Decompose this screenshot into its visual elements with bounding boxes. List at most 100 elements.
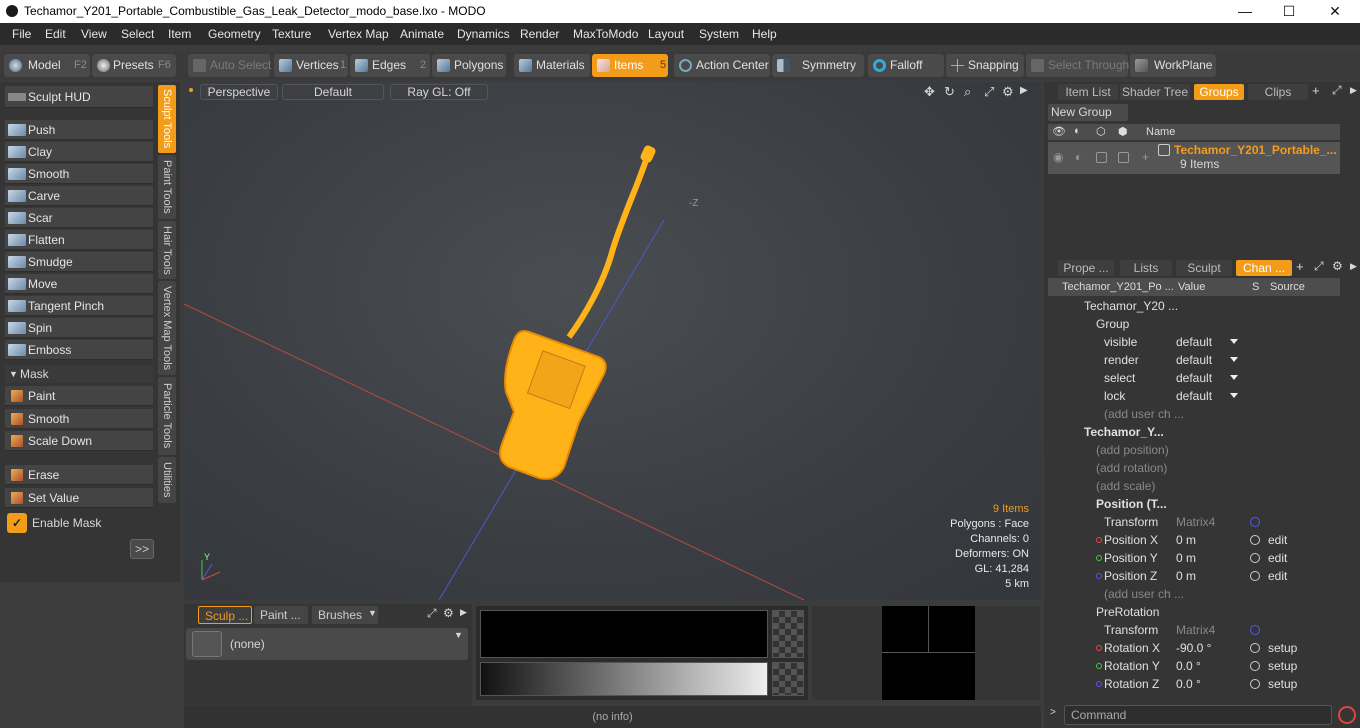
tab-utilities[interactable]: Utilities xyxy=(158,457,176,503)
channel-state-icon[interactable] xyxy=(1250,643,1260,653)
tool-smooth[interactable]: Smooth xyxy=(5,164,153,184)
add-tab-icon[interactable]: + xyxy=(1312,83,1320,98)
menu-edit[interactable]: Edit xyxy=(45,27,66,41)
tab-sculpt-tools[interactable]: Sculpt Tools xyxy=(158,85,176,153)
tab-sculpt[interactable]: Sculp ... xyxy=(198,606,252,624)
panel-arrow-icon[interactable]: ▶ xyxy=(1350,85,1357,96)
tab-groups[interactable]: Groups xyxy=(1194,84,1244,100)
sculpt-hud-button[interactable]: Sculpt HUD xyxy=(5,86,153,108)
viewport-options-arrow-icon[interactable]: ▶ xyxy=(1020,85,1028,96)
enable-mask-checkbox[interactable]: ✓ xyxy=(7,513,27,533)
mask-section-header[interactable]: ▼ Mask xyxy=(5,365,153,383)
channel-value[interactable]: 0.0 ° xyxy=(1176,675,1201,693)
tool-carve[interactable]: Carve xyxy=(5,186,153,206)
tool-flatten[interactable]: Flatten xyxy=(5,230,153,250)
tab-item-list[interactable]: Item List xyxy=(1058,84,1118,100)
channel-row[interactable]: render default xyxy=(1048,351,1340,369)
group-visible-toggle-icon[interactable]: ◉ xyxy=(1053,150,1063,164)
tab-clips[interactable]: Clips xyxy=(1248,84,1308,100)
channel-state-icon[interactable] xyxy=(1250,679,1260,689)
brush-selector[interactable]: (none) ▼ xyxy=(186,628,468,660)
channel-row[interactable]: lock default xyxy=(1048,387,1340,405)
channel-row[interactable]: (add user ch ... xyxy=(1048,405,1340,423)
panel-gear-icon[interactable]: ⚙ xyxy=(443,606,454,620)
channel-value[interactable]: default xyxy=(1176,369,1212,387)
tab-hair-tools[interactable]: Hair Tools xyxy=(158,221,176,279)
menu-render[interactable]: Render xyxy=(520,27,559,41)
group-expand-icon[interactable]: + xyxy=(1142,150,1149,164)
channel-row[interactable]: Position X 0 m edit xyxy=(1048,531,1340,549)
fit-icon[interactable]: ⤢ xyxy=(984,84,994,100)
maximize-button[interactable]: ☐ xyxy=(1266,0,1312,23)
snapping-button[interactable]: Snapping xyxy=(946,54,1024,77)
perspective-dropdown[interactable]: Perspective xyxy=(200,84,278,100)
select-through-button[interactable]: Select Through xyxy=(1026,54,1129,77)
group-lock-checkbox[interactable] xyxy=(1096,152,1107,163)
brushes-dropdown-arrow-icon[interactable]: ▼ xyxy=(368,608,377,618)
channel-value[interactable]: Matrix4 xyxy=(1176,621,1215,639)
dropdown-arrow-icon[interactable] xyxy=(1230,375,1238,380)
channel-value[interactable]: 0 m xyxy=(1176,567,1196,585)
panel-expand-icon[interactable]: ⤢ xyxy=(427,606,437,621)
channel-row[interactable]: Techamor_Y... xyxy=(1048,423,1340,441)
minimize-button[interactable]: — xyxy=(1222,0,1268,23)
tab-properties[interactable]: Prope ... xyxy=(1058,260,1114,276)
tool-emboss[interactable]: Emboss xyxy=(5,340,153,360)
rotate-icon[interactable]: ↻ xyxy=(944,84,955,100)
menu-view[interactable]: View xyxy=(81,27,107,41)
menu-item[interactable]: Item xyxy=(168,27,191,41)
channel-row[interactable]: Group xyxy=(1048,315,1340,333)
tool-smudge[interactable]: Smudge xyxy=(5,252,153,272)
menu-layout[interactable]: Layout xyxy=(648,27,684,41)
tab-paint-tools[interactable]: Paint Tools xyxy=(158,155,176,219)
new-group-button[interactable]: New Group xyxy=(1048,104,1128,121)
menu-vertex-map[interactable]: Vertex Map xyxy=(328,27,389,41)
channel-state-icon[interactable] xyxy=(1250,535,1260,545)
channel-row[interactable]: Rotation Z 0.0 ° setup xyxy=(1048,675,1340,693)
channel-row[interactable]: (add scale) xyxy=(1048,477,1340,495)
action-center-button[interactable]: Action Center xyxy=(674,54,770,77)
falloff-button[interactable]: Falloff xyxy=(868,54,944,77)
zoom-icon[interactable]: ⌕ xyxy=(964,84,971,100)
tab-vertex-map-tools[interactable]: Vertex Map Tools xyxy=(158,281,176,375)
dropdown-arrow-icon[interactable] xyxy=(1230,357,1238,362)
channel-row[interactable]: select default xyxy=(1048,369,1340,387)
menu-select[interactable]: Select xyxy=(121,27,154,41)
channel-value[interactable]: 0.0 ° xyxy=(1176,657,1201,675)
transform-link-icon[interactable] xyxy=(1250,625,1260,635)
items-button[interactable]: Items 5 xyxy=(592,54,668,77)
channel-value[interactable]: default xyxy=(1176,351,1212,369)
tab-shader-tree[interactable]: Shader Tree xyxy=(1120,84,1190,100)
channel-value[interactable]: Matrix4 xyxy=(1176,513,1215,531)
mask-tool-scale-down[interactable]: Scale Down xyxy=(5,431,153,451)
channel-row[interactable]: Rotation X -90.0 ° setup xyxy=(1048,639,1340,657)
close-button[interactable]: ✕ xyxy=(1312,0,1358,23)
panel-expand-icon[interactable]: ⤢ xyxy=(1332,83,1342,98)
channel-row[interactable]: (add position) xyxy=(1048,441,1340,459)
model-button[interactable]: Model F2 xyxy=(4,54,90,77)
tool-push[interactable]: Push xyxy=(5,120,153,140)
channel-row[interactable]: (add user ch ... xyxy=(1048,585,1340,603)
menu-dynamics[interactable]: Dynamics xyxy=(457,27,510,41)
chan-gear-icon[interactable]: ⚙ xyxy=(1332,259,1343,273)
channel-state-icon[interactable] xyxy=(1250,553,1260,563)
channel-row[interactable]: Rotation Y 0.0 ° setup xyxy=(1048,657,1340,675)
dropdown-arrow-icon[interactable] xyxy=(1230,393,1238,398)
tab-lists[interactable]: Lists xyxy=(1120,260,1172,276)
tool-tangent-pinch[interactable]: Tangent Pinch xyxy=(5,296,153,316)
menu-help[interactable]: Help xyxy=(752,27,777,41)
menu-system[interactable]: System xyxy=(699,27,739,41)
channel-row[interactable]: Techamor_Y20 ... xyxy=(1048,297,1340,315)
menu-file[interactable]: File xyxy=(12,27,31,41)
tool-spin[interactable]: Spin xyxy=(5,318,153,338)
chan-expand-icon[interactable]: ⤢ xyxy=(1314,259,1324,274)
channel-row[interactable]: PreRotation xyxy=(1048,603,1340,621)
expand-button[interactable]: >> xyxy=(130,539,154,559)
3d-viewport[interactable]: Y -Z Perspective Default Ray GL: Off ✥ ↻… xyxy=(184,82,1041,600)
mask-tool-paint[interactable]: Paint xyxy=(5,386,153,406)
vertices-button[interactable]: Vertices 1 xyxy=(274,54,348,77)
tab-sculpt-props[interactable]: Sculpt xyxy=(1176,260,1232,276)
channel-state-icon[interactable] xyxy=(1250,661,1260,671)
channel-value[interactable]: 0 m xyxy=(1176,531,1196,549)
command-input[interactable]: Command xyxy=(1064,705,1332,725)
